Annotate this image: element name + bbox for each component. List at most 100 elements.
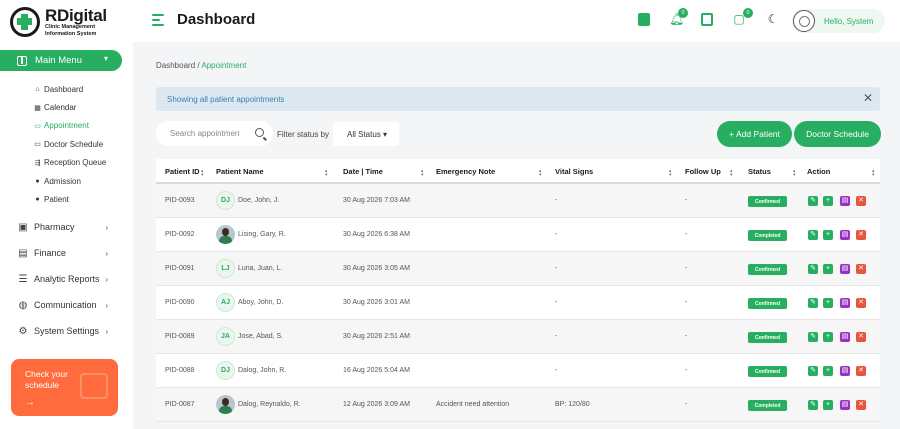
col-follow-up[interactable]: Follow Up (685, 167, 721, 176)
patient-name[interactable]: Dalog, Reynaldo, R. (238, 401, 301, 408)
plus-icon[interactable]: + (823, 332, 833, 342)
delete-icon[interactable]: ✕ (856, 196, 866, 206)
close-icon[interactable]: ✕ (863, 91, 873, 105)
edit-icon[interactable]: ✎ (808, 366, 818, 376)
patient-name[interactable]: Aboy, John, D. (238, 299, 283, 306)
col-patient-name[interactable]: Patient Name (216, 167, 264, 176)
table-row[interactable]: PID-0089 JA Jose, Abad, S. 30 Aug 2026 2… (156, 320, 880, 354)
sort-icon[interactable]: ▴ ▾ (872, 169, 875, 178)
sidebar-nav: ▣ Pharmacy › ▤ Finance › ☰ Analytic Reports › … (18, 214, 118, 344)
delete-icon[interactable]: ✕ (856, 230, 866, 240)
search-input[interactable] (170, 129, 240, 138)
edit-icon[interactable]: ✎ (808, 298, 818, 308)
appointment-datetime: 30 Aug 2026 6:38 AM (343, 231, 410, 238)
edit-icon[interactable]: ✎ (808, 264, 818, 274)
status-badge: Confirmed (748, 332, 787, 343)
table-row[interactable]: PID-0090 AJ Aboy, John, D. 30 Aug 2026 3… (156, 286, 880, 320)
calendar-icon[interactable] (638, 13, 650, 26)
follow-up: - (685, 333, 688, 340)
sort-icon[interactable]: ▴ ▾ (730, 169, 733, 178)
col-emergency-note[interactable]: Emergency Note (436, 167, 495, 176)
sort-icon[interactable]: ▴ ▾ (539, 169, 542, 178)
col-patient-id[interactable]: Patient ID (165, 167, 200, 176)
submenu-item-admission[interactable]: ● Admission (34, 172, 106, 190)
user-menu[interactable]: Hello, System (792, 9, 885, 33)
user-icon: ● (35, 177, 40, 185)
breadcrumb-root[interactable]: Dashboard (156, 61, 195, 70)
sidebar-item-label: Finance (34, 248, 67, 258)
plus-icon[interactable]: + (823, 264, 833, 274)
submenu-item-calendar[interactable]: ▦ Calendar (34, 98, 106, 116)
plus-icon[interactable]: + (823, 230, 833, 240)
plus-icon[interactable]: + (823, 400, 833, 410)
sidebar-item-communication[interactable]: ◍ Communication › (18, 292, 118, 318)
chevron-right-icon: › (105, 274, 108, 284)
delete-icon[interactable]: ✕ (856, 400, 866, 410)
search-icon[interactable] (255, 128, 264, 137)
plus-icon[interactable]: + (823, 196, 833, 206)
brand-logo[interactable]: RDigital Clinic Management Information S… (10, 7, 107, 37)
print-icon[interactable]: ▤ (840, 264, 850, 274)
patient-name[interactable]: Dalog, John, R. (238, 367, 286, 374)
appointment-datetime: 30 Aug 2026 7:03 AM (343, 197, 410, 204)
submenu-item-dashboard[interactable]: ⌂ Dashboard (34, 80, 106, 98)
table-row[interactable]: PID-0088 DJ Dalog, John, R. 16 Aug 2026 … (156, 354, 880, 388)
table-row[interactable]: PID-0092 Lising, Gary, R. 30 Aug 2026 6:… (156, 218, 880, 252)
sort-icon[interactable]: ▴ ▾ (201, 169, 204, 178)
add-patient-button[interactable]: + Add Patient (717, 121, 792, 147)
moon-icon[interactable]: ☾ (767, 13, 779, 26)
patient-name[interactable]: Luna, Juan, L. (238, 265, 282, 272)
submenu-item-appointment[interactable]: ▭ Appointment (34, 117, 106, 135)
note-icon[interactable] (701, 13, 713, 26)
sidebar-item-system-settings[interactable]: ⚙ System Settings › (18, 318, 118, 344)
patient-name[interactable]: Jose, Abad, S. (238, 333, 283, 340)
main-menu-toggle[interactable]: Main Menu ▾ (0, 50, 122, 71)
sidebar-item-finance[interactable]: ▤ Finance › (18, 240, 118, 266)
col-status[interactable]: Status (748, 167, 771, 176)
submenu-item-doctor-schedule[interactable]: ▭ Doctor Schedule (34, 135, 106, 153)
plus-icon[interactable]: + (823, 298, 833, 308)
patient-photo (216, 225, 235, 244)
print-icon[interactable]: ▤ (840, 230, 850, 240)
doctor-schedule-button[interactable]: Doctor Schedule (794, 121, 881, 147)
status-badge: Completed (748, 230, 787, 241)
sort-icon[interactable]: ▴ ▾ (669, 169, 672, 178)
status-filter-select[interactable]: All Status ▾ (333, 122, 399, 146)
sort-icon[interactable]: ▴ ▾ (421, 169, 424, 178)
sort-icon[interactable]: ▴ ▾ (793, 169, 796, 178)
print-icon[interactable]: ▤ (840, 332, 850, 342)
plus-icon[interactable]: + (823, 366, 833, 376)
submenu-item-reception-queue[interactable]: ⇶ Reception Queue (34, 154, 107, 172)
print-icon[interactable]: ▤ (840, 196, 850, 206)
sort-icon[interactable]: ▴ ▾ (325, 169, 328, 178)
print-icon[interactable]: ▤ (840, 298, 850, 308)
schedule-promo-card[interactable]: Check your schedule → (11, 359, 118, 416)
edit-icon[interactable]: ✎ (808, 230, 818, 240)
vital-signs: BP: 120/80 (555, 401, 590, 408)
col-vital-signs[interactable]: Vital Signs (555, 167, 593, 176)
delete-icon[interactable]: ✕ (856, 366, 866, 376)
table-row[interactable]: PID-0091 LJ Luna, Juan, L. 30 Aug 2026 3… (156, 252, 880, 286)
sidebar-item-pharmacy[interactable]: ▣ Pharmacy › (18, 214, 118, 240)
sidebar: RDigital Clinic Management Information S… (0, 0, 133, 429)
delete-icon[interactable]: ✕ (856, 332, 866, 342)
delete-icon[interactable]: ✕ (856, 298, 866, 308)
patient-name[interactable]: Lising, Gary, R. (238, 231, 286, 238)
delete-icon[interactable]: ✕ (856, 264, 866, 274)
hamburger-menu-icon[interactable] (152, 14, 164, 29)
col-action[interactable]: Action (807, 167, 830, 176)
col-date-time[interactable]: Date | Time (343, 167, 383, 176)
table-row[interactable]: PID-0093 DJ Doe, John, J. 30 Aug 2026 7:… (156, 184, 880, 218)
avatar (793, 10, 815, 32)
edit-icon[interactable]: ✎ (808, 400, 818, 410)
patient-name[interactable]: Doe, John, J. (238, 197, 279, 204)
edit-icon[interactable]: ✎ (808, 196, 818, 206)
globe-icon: ◍ (18, 299, 28, 311)
submenu-item-patient[interactable]: ● Patient (34, 190, 106, 208)
menu-grid-icon (17, 55, 27, 66)
edit-icon[interactable]: ✎ (808, 332, 818, 342)
print-icon[interactable]: ▤ (840, 366, 850, 376)
print-icon[interactable]: ▤ (840, 400, 850, 410)
sidebar-item-analytic-reports[interactable]: ☰ Analytic Reports › (18, 266, 118, 292)
table-row[interactable]: PID-0087 Dalog, Reynaldo, R. 12 Aug 2026… (156, 388, 880, 422)
